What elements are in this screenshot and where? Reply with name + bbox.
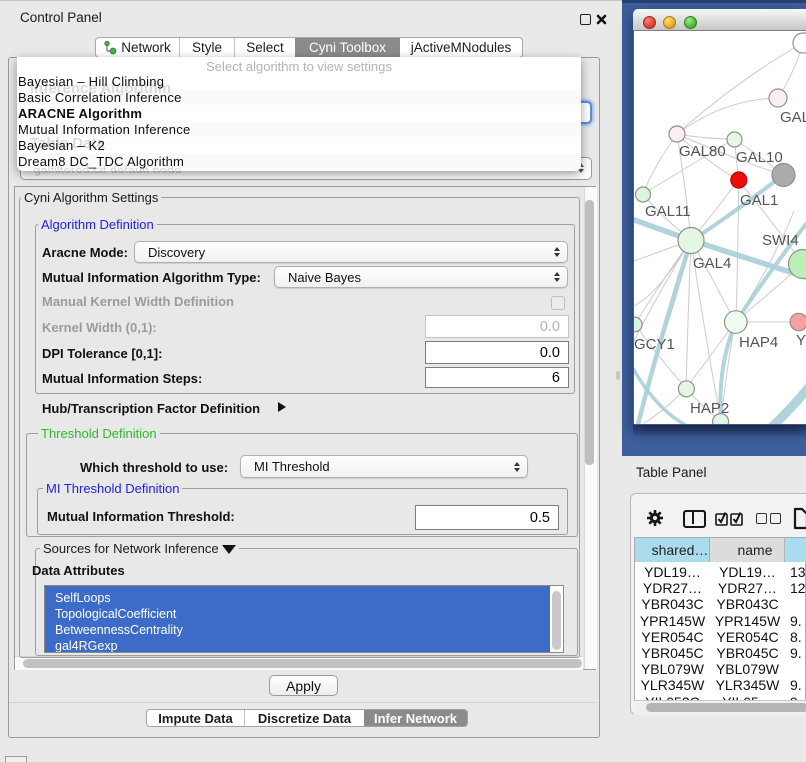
svg-text:GAL2: GAL2 [780,109,806,126]
svg-text:GAL4: GAL4 [693,255,731,272]
svg-text:GAL80: GAL80 [679,143,726,160]
svg-text:GAL10: GAL10 [736,149,783,166]
svg-text:HAP4: HAP4 [739,334,778,351]
svg-text:GAL11: GAL11 [645,203,691,220]
svg-text:GCY1: GCY1 [634,336,675,353]
svg-text:GAL1: GAL1 [740,192,778,209]
svg-text:SWI4: SWI4 [762,232,799,249]
svg-text:Y: Y [796,332,806,349]
svg-text:HAP2: HAP2 [690,400,729,417]
